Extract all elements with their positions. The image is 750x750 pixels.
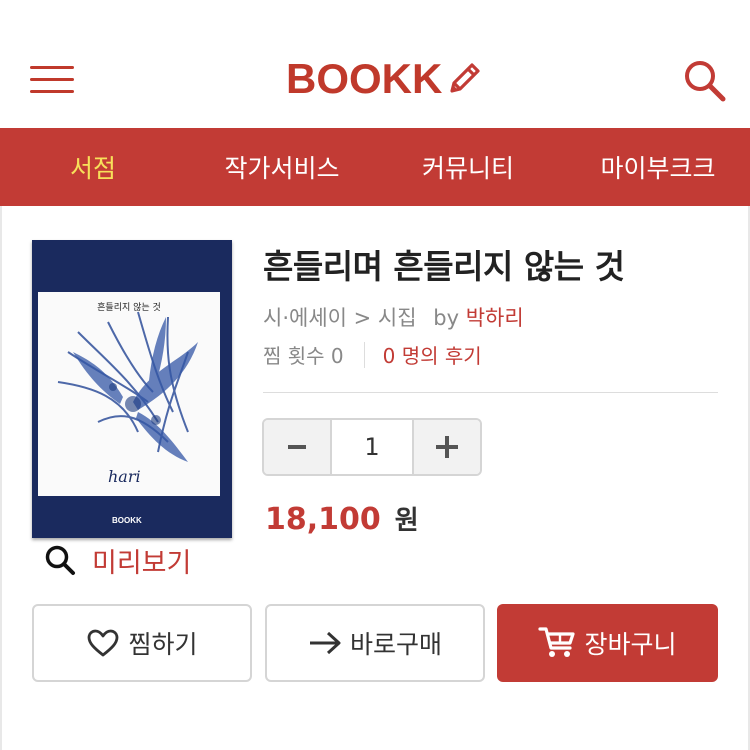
- quantity-stepper: 1: [262, 418, 482, 476]
- author-link[interactable]: 박하리: [466, 306, 524, 330]
- price-currency: 원: [394, 506, 419, 536]
- section-divider: [263, 392, 718, 393]
- cover-illustration: [57, 311, 198, 462]
- heart-icon: [86, 628, 120, 658]
- arrow-right-icon: [308, 630, 342, 656]
- nav-tab-my-bookk[interactable]: 마이부크크: [588, 128, 728, 206]
- search-icon[interactable]: [682, 58, 728, 104]
- pencil-icon: [450, 63, 480, 93]
- add-to-cart-button[interactable]: 장바구니: [497, 604, 718, 682]
- price: 18,100 원: [265, 500, 419, 537]
- stats-line: 찜 횟수 0 0 명의 후기: [263, 340, 482, 369]
- nav-tab-community[interactable]: 커뮤니티: [412, 128, 524, 206]
- hamburger-menu-icon[interactable]: [30, 62, 76, 96]
- decrease-button[interactable]: [264, 420, 330, 474]
- wishlist-button[interactable]: 찜하기: [32, 604, 252, 682]
- category-breadcrumb[interactable]: 시·에세이 > 시집: [263, 306, 417, 330]
- nav-tab-author-services[interactable]: 작가서비스: [212, 128, 352, 206]
- buy-now-button[interactable]: 바로구매: [265, 604, 485, 682]
- cover-artwork: 흔들리지 않는 것 hari: [38, 292, 220, 496]
- cart-icon: [538, 626, 576, 660]
- quantity-field[interactable]: 1: [330, 420, 414, 474]
- bookk-logo[interactable]: BOOKK: [286, 54, 484, 104]
- preview-label: 미리보기: [92, 547, 192, 579]
- book-title: 흔들리며 흔들리지 않는 것: [263, 247, 625, 286]
- plus-icon: [436, 436, 458, 458]
- magnifier-icon: [45, 545, 75, 575]
- category-line: 시·에세이 > 시집 by 박하리: [263, 302, 524, 332]
- book-cover[interactable]: 흔들리지 않는 것 hari BOOKK: [32, 240, 232, 538]
- menu-line: [30, 66, 74, 69]
- increase-button[interactable]: [414, 420, 480, 474]
- preview-link[interactable]: 미리보기: [44, 540, 191, 580]
- nav-tab-bookstore[interactable]: 서점: [60, 128, 126, 206]
- menu-line: [30, 90, 74, 93]
- stats-divider: [363, 341, 365, 368]
- logo-text: BOOKK: [286, 55, 443, 102]
- top-header: BOOKK: [0, 0, 750, 128]
- cover-brand: BOOKK: [112, 516, 142, 525]
- price-value: 18,100: [265, 502, 381, 537]
- cart-label: 장바구니: [584, 630, 677, 659]
- minus-icon: [288, 445, 306, 449]
- reviews-link[interactable]: 0 명의 후기: [383, 340, 482, 369]
- cover-signature: hari: [108, 467, 141, 486]
- buy-now-label: 바로구매: [349, 630, 442, 659]
- menu-line: [30, 78, 74, 81]
- wish-count: 찜 횟수 0: [263, 344, 344, 368]
- by-label: by: [433, 306, 459, 330]
- search-icon-glyph: [685, 61, 726, 102]
- main-nav: 서점 작가서비스 커뮤니티 마이부크크: [0, 128, 750, 206]
- wishlist-label: 찜하기: [128, 630, 198, 659]
